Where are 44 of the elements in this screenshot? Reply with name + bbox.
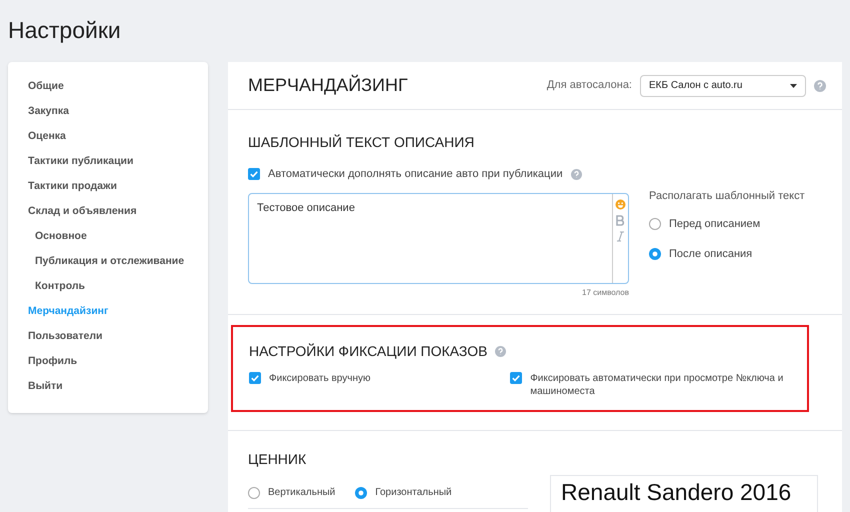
sidebar-item[interactable]: Оценка	[28, 124, 208, 149]
checkbox-label: Фиксировать автоматически при просмотре №ключа и машиноместа	[530, 372, 784, 398]
sidebar-item[interactable]: Склад и объявления	[28, 199, 208, 224]
checkbox[interactable]	[510, 372, 522, 384]
description-textarea[interactable]: Тестовое описание	[248, 192, 629, 284]
section-heading: ЦЕННИК	[248, 450, 308, 469]
radio-label: Горизонтальный	[375, 486, 452, 500]
radio-label: После описания	[669, 246, 752, 262]
checkbox-label: Фиксировать вручную	[269, 372, 370, 385]
radio-label: Перед описанием	[669, 217, 760, 232]
radio-label: Вертикальный	[268, 486, 336, 500]
section-heading: НАСТРОЙКИ ФИКСАЦИИ ПОКАЗОВ	[249, 342, 488, 361]
sidebar-item[interactable]: Основное	[28, 224, 208, 249]
bold-icon[interactable]	[616, 214, 625, 226]
caret-icon	[790, 84, 797, 88]
help-icon[interactable]	[814, 80, 826, 92]
section-heading: ШАБЛОННЫЙ ТЕКСТ ОПИСАНИЯ	[248, 133, 476, 152]
dealer-dropdown[interactable]: ЕКБ Салон с auto.ru	[640, 74, 806, 96]
checkbox[interactable]	[249, 372, 261, 384]
section-heading: МЕРЧАНДАЙЗИНГ	[248, 74, 409, 97]
italic-icon[interactable]	[617, 230, 624, 242]
help-icon[interactable]	[570, 168, 582, 180]
checkbox-label: Автоматически дополнять описание авто при публикации	[268, 167, 563, 182]
sidebar-item[interactable]: Тактики публикации	[28, 149, 208, 174]
dealer-label: Для автосалона:	[546, 78, 632, 94]
sidebar-item[interactable]: Публикация и отслеживание	[28, 249, 208, 274]
sidebar-item[interactable]: Контроль	[28, 274, 208, 299]
sidebar-item[interactable]: Профиль	[28, 349, 208, 374]
sidebar-item[interactable]: Общие	[28, 74, 208, 99]
radio-button[interactable]	[355, 486, 368, 498]
radio-button[interactable]	[649, 218, 661, 230]
sidebar-item[interactable]: Закупка	[28, 99, 208, 124]
radio-button[interactable]	[649, 248, 661, 260]
radio-button[interactable]	[248, 486, 260, 498]
sidebar-item[interactable]: Выйти	[28, 374, 208, 399]
preview-title: Renault Sandero 2016	[561, 479, 792, 505]
page-title: Настройки	[8, 16, 122, 45]
character-count: 17 символов	[581, 286, 629, 298]
checkbox[interactable]	[248, 168, 260, 180]
smiley-icon[interactable]	[615, 198, 626, 210]
position-label: Располагать шаблонный текст	[649, 188, 805, 204]
help-icon[interactable]	[495, 346, 506, 357]
sidebar-item[interactable]: Тактики продажи	[28, 174, 208, 199]
sidebar-item[interactable]: Пользователи	[28, 324, 208, 349]
